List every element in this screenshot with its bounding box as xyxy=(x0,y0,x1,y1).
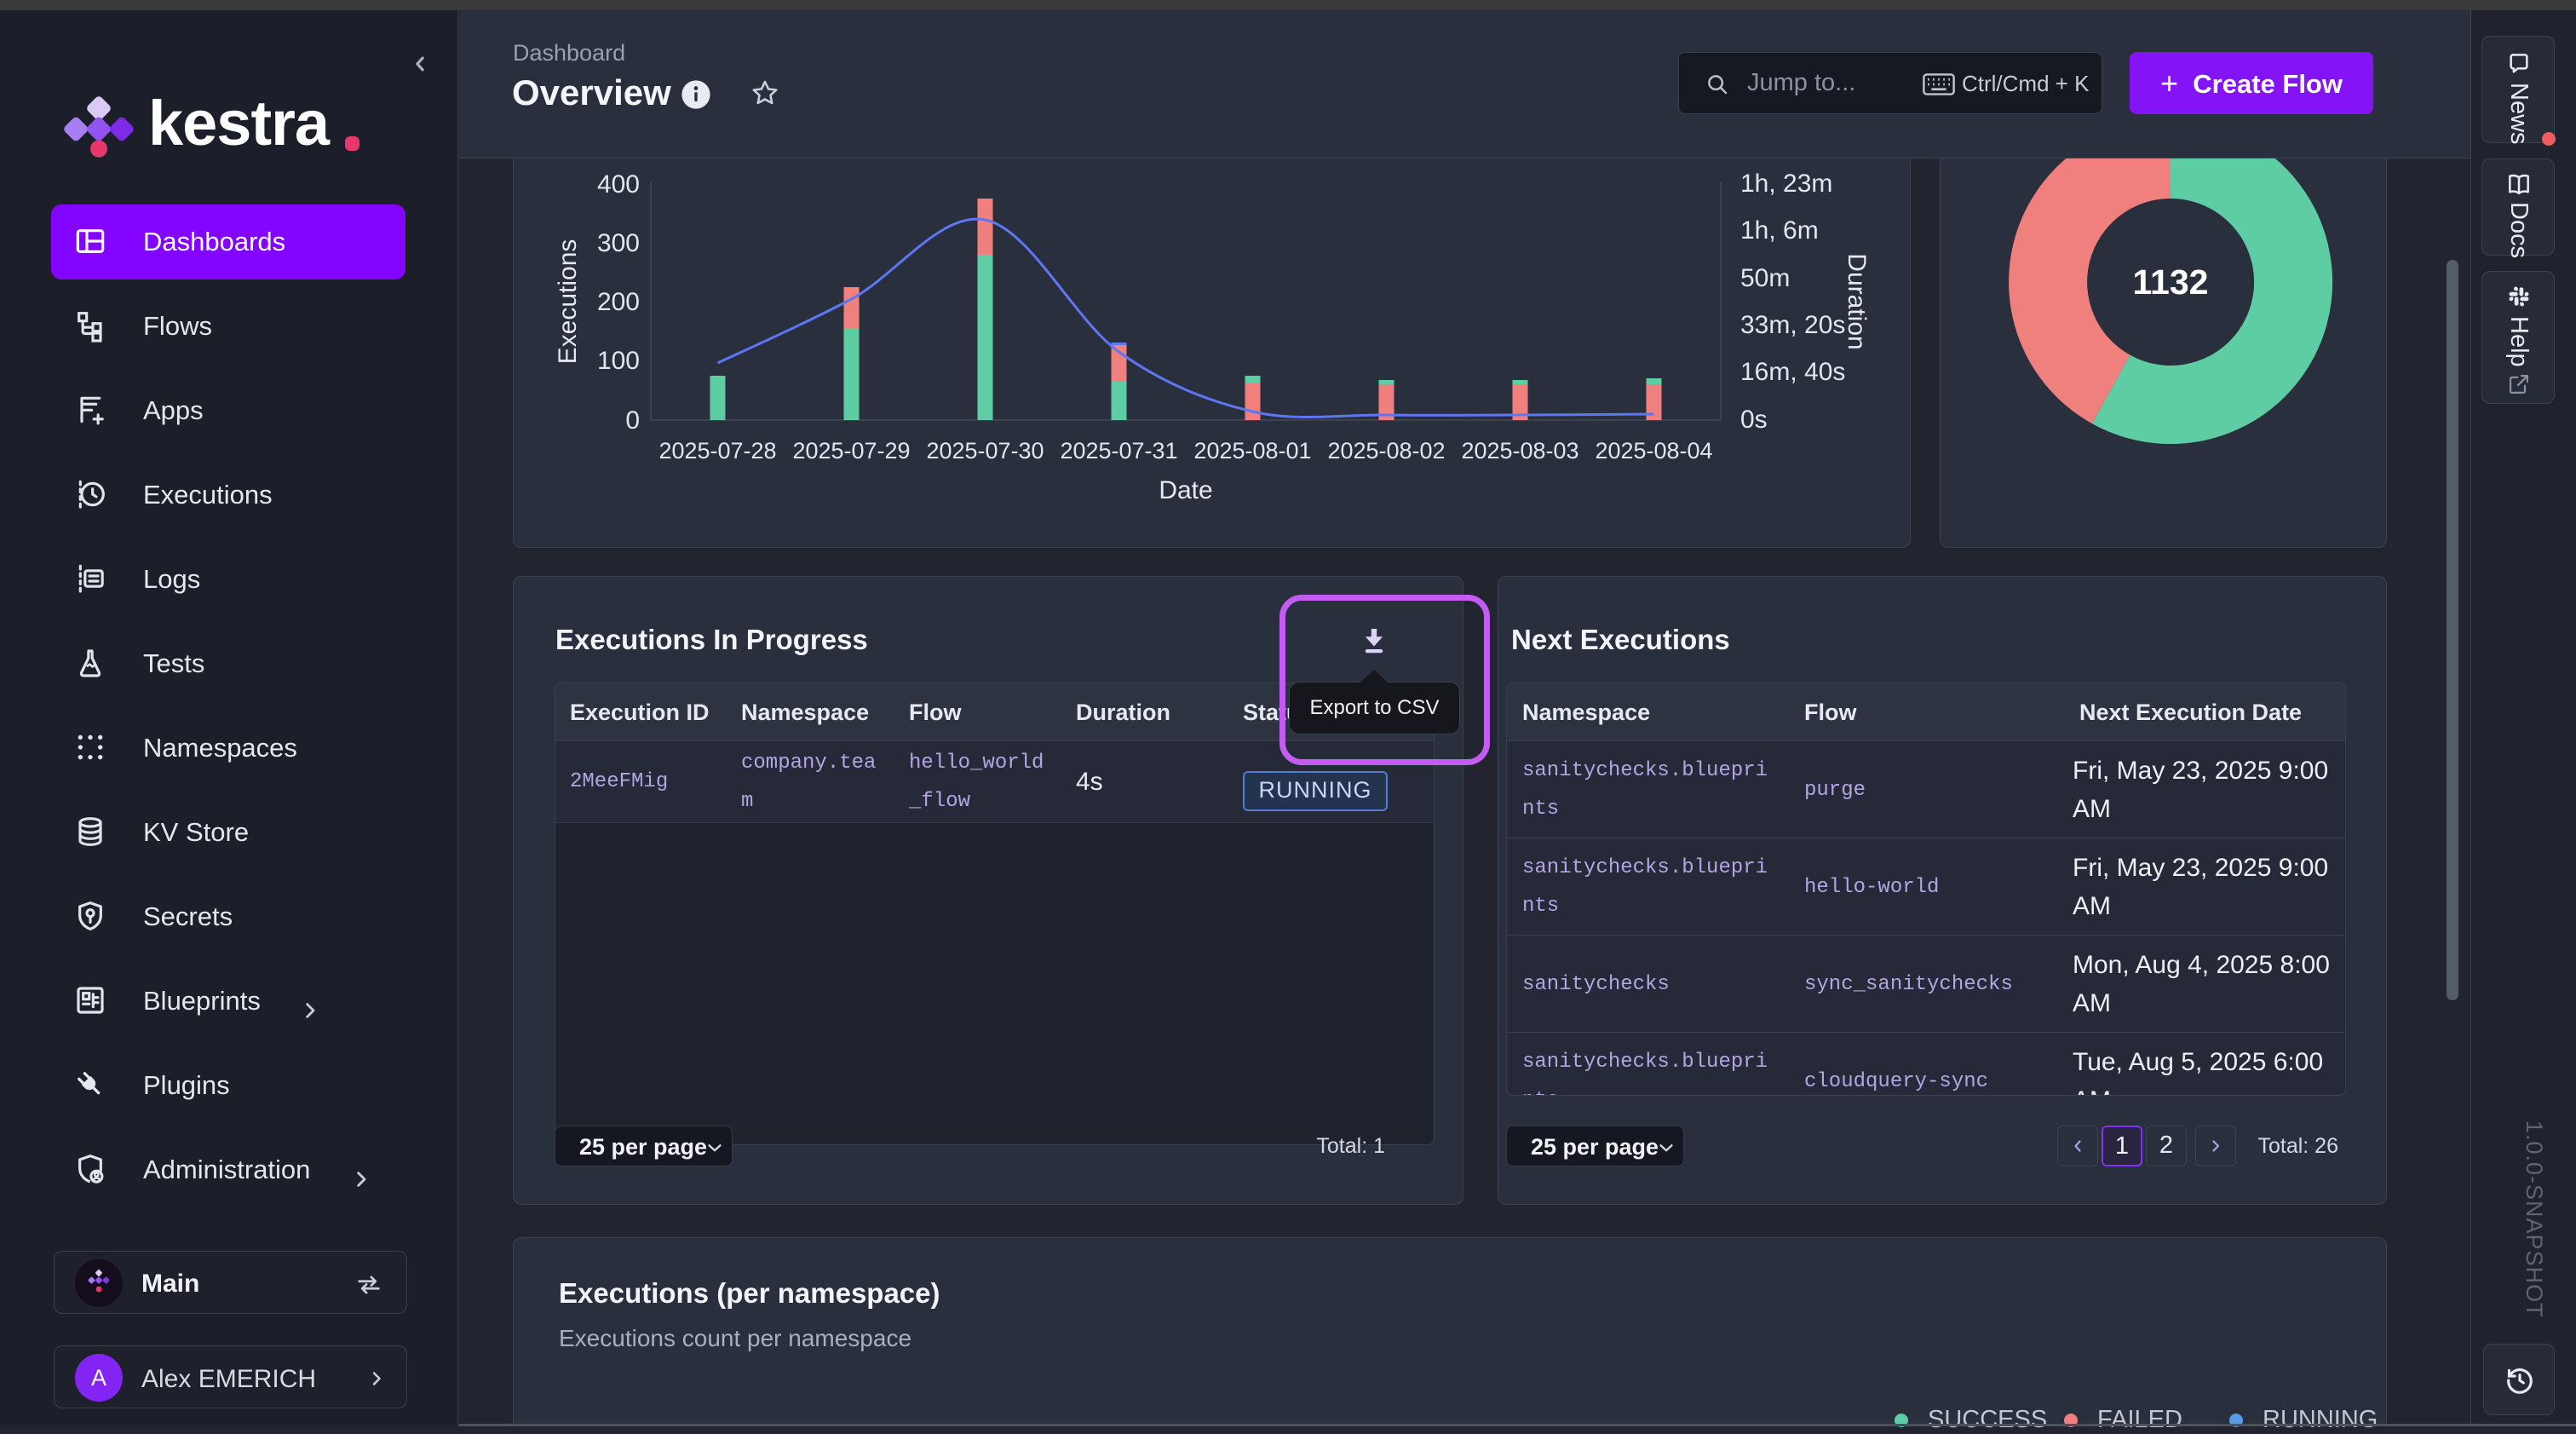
svg-text:Duration: Duration xyxy=(1843,253,1871,349)
svg-text:2025-08-03: 2025-08-03 xyxy=(1461,438,1578,464)
svg-text:0s: 0s xyxy=(1740,406,1768,434)
svg-text:2025-07-28: 2025-07-28 xyxy=(658,438,776,464)
svg-text:2025-08-04: 2025-08-04 xyxy=(1595,438,1712,464)
svg-text:16m, 40s: 16m, 40s xyxy=(1740,358,1845,386)
svg-text:1h, 23m: 1h, 23m xyxy=(1740,170,1832,198)
svg-text:300: 300 xyxy=(597,229,640,257)
svg-text:2025-07-29: 2025-07-29 xyxy=(792,438,910,464)
svg-text:Date: Date xyxy=(1159,476,1212,504)
svg-text:Executions: Executions xyxy=(554,239,582,365)
svg-text:2025-07-30: 2025-07-30 xyxy=(926,438,1044,464)
svg-text:100: 100 xyxy=(597,347,640,375)
svg-text:1h, 6m: 1h, 6m xyxy=(1740,216,1819,245)
svg-text:33m, 20s: 33m, 20s xyxy=(1740,311,1845,339)
svg-text:2025-08-01: 2025-08-01 xyxy=(1193,438,1311,464)
svg-text:50m: 50m xyxy=(1740,264,1790,292)
svg-text:2025-08-02: 2025-08-02 xyxy=(1327,438,1445,464)
svg-text:0: 0 xyxy=(625,406,640,435)
svg-text:2025-07-31: 2025-07-31 xyxy=(1060,438,1177,464)
svg-text:1132: 1132 xyxy=(2133,262,2209,302)
svg-text:200: 200 xyxy=(597,288,640,316)
svg-text:400: 400 xyxy=(597,170,640,199)
